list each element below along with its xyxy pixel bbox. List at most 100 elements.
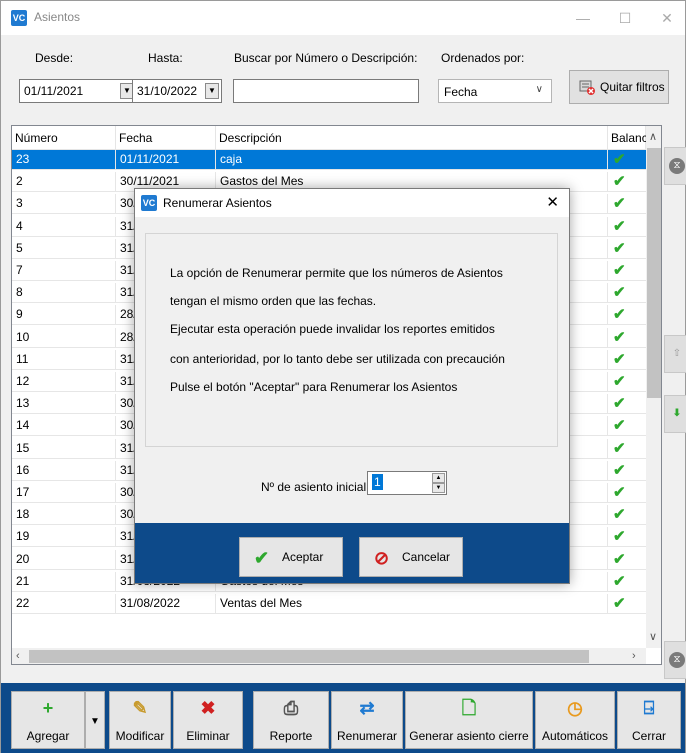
chevron-down-icon: ▼ <box>90 716 100 727</box>
generar-cierre-button[interactable]: 🗋 Generar asiento cierre <box>405 691 533 749</box>
ordenados-label: Ordenados por: <box>441 51 525 65</box>
balanced-check-icon: ✔ <box>613 439 626 457</box>
aceptar-button[interactable]: ✔ Aceptar <box>239 537 343 577</box>
renumerar-dialog: VC Renumerar Asientos ✕ La opción de Ren… <box>134 188 570 584</box>
hasta-date-field[interactable]: 31/10/2022 ▼ <box>132 79 222 103</box>
table-row[interactable]: 22 31/08/2022 Ventas del Mes ✔ <box>12 594 646 614</box>
agregar-button[interactable]: + Agregar <box>11 691 85 749</box>
balanced-check-icon: ✔ <box>613 306 626 324</box>
balanced-check-icon: ✔ <box>613 373 626 390</box>
horizontal-scrollbar[interactable]: ‹ › <box>12 648 646 664</box>
dialog-title-bar: VC Renumerar Asientos ✕ <box>135 189 569 217</box>
app-logo-icon: VC <box>11 10 27 26</box>
dialog-message-line: Pulse el botón "Aceptar" para Renumerar … <box>170 380 458 394</box>
cell-fecha: 31/08/2022 <box>116 594 216 614</box>
balanced-check-icon: ✔ <box>613 151 626 168</box>
dialog-title: Renumerar Asientos <box>163 196 272 210</box>
clear-filters-label: Quitar filtros <box>600 80 665 94</box>
agregar-dropdown-button[interactable]: ▼ <box>85 691 105 749</box>
cerrar-button[interactable]: ⍈ Cerrar <box>617 691 681 749</box>
aceptar-label: Aceptar <box>282 550 324 564</box>
minimize-button[interactable]: — <box>565 6 601 30</box>
desde-date-field[interactable]: 01/11/2021 ▼ <box>19 79 137 103</box>
eliminar-button[interactable]: ✖ Eliminar <box>173 691 243 749</box>
move-up-button[interactable]: ⇧ <box>664 335 686 373</box>
move-down-button[interactable]: ⬇ <box>664 395 686 433</box>
vertical-scrollbar[interactable]: ∧ ∨ <box>646 126 661 648</box>
initial-number-stepper[interactable]: 1 ▲ ▼ <box>367 471 447 495</box>
desde-label: Desde: <box>35 51 74 65</box>
order-select-value: Fecha <box>444 85 478 99</box>
cell-numero: 16 <box>12 460 116 481</box>
cell-numero: 3 <box>12 194 116 215</box>
clear-filters-button[interactable]: Quitar filtros <box>569 70 669 104</box>
cell-numero: 4 <box>12 216 116 237</box>
dialog-message-line: con anterioridad, por lo tanto debe ser … <box>170 352 505 366</box>
cell-numero: 17 <box>12 483 116 503</box>
cancelar-label: Cancelar <box>402 550 451 564</box>
cell-numero: 11 <box>12 349 116 370</box>
pencil-icon: ✎ <box>132 698 148 718</box>
agregar-label: Agregar <box>26 729 70 743</box>
cell-numero: 5 <box>12 238 116 259</box>
go-last-button[interactable]: ⧖ <box>664 641 686 679</box>
order-select[interactable]: Fecha ∨ <box>438 79 552 103</box>
chevron-down-icon: ∨ <box>535 84 543 95</box>
modificar-label: Modificar <box>115 729 165 743</box>
exit-door-icon: ⍈ <box>643 698 655 718</box>
balanced-check-icon: ✔ <box>613 173 626 191</box>
title-bar: VC Asientos — ☐ ✕ <box>1 1 685 35</box>
initial-number-value[interactable]: 1 <box>372 474 383 490</box>
chevron-down-icon[interactable]: ▼ <box>205 83 219 99</box>
cell-descripcion: Ventas del Mes <box>216 594 608 614</box>
cell-fecha: 01/11/2021 <box>116 150 216 170</box>
hasta-label: Hasta: <box>148 51 183 65</box>
renumber-icon: ⇄ <box>359 698 375 718</box>
cell-numero: 20 <box>12 549 116 570</box>
automaticos-button[interactable]: ◷ Automáticos <box>535 691 615 749</box>
balanced-check-icon: ✔ <box>613 284 626 302</box>
stepper-down-icon[interactable]: ▼ <box>432 483 445 493</box>
dialog-footer: ✔ Aceptar ⊘ Cancelar <box>135 523 569 583</box>
last-record-icon: ⧖ <box>669 652 685 668</box>
asientos-window: VC Asientos — ☐ ✕ Desde: 01/11/2021 ▼ Ha… <box>0 0 686 753</box>
balanced-check-icon: ✔ <box>613 239 626 257</box>
close-button[interactable]: ✕ <box>649 6 685 30</box>
column-header-numero[interactable]: Número <box>12 126 116 150</box>
reporte-button[interactable]: ⎙ Reporte <box>253 691 329 749</box>
dialog-message-line: La opción de Renumerar permite que los n… <box>170 266 503 280</box>
reporte-label: Reporte <box>269 729 313 743</box>
table-row[interactable]: 23 01/11/2021 caja ✔ <box>12 150 646 170</box>
cancelar-button[interactable]: ⊘ Cancelar <box>359 537 463 577</box>
cell-numero: 12 <box>12 372 116 392</box>
dialog-message-panel: La opción de Renumerar permite que los n… <box>145 233 558 447</box>
scroll-left-icon[interactable]: ‹ <box>16 650 20 662</box>
arrow-up-icon: ⇧ <box>672 348 682 359</box>
plus-icon: + <box>42 698 54 718</box>
scroll-down-icon[interactable]: ∨ <box>649 630 657 643</box>
renumerar-label: Renumerar <box>336 729 398 743</box>
cell-numero: 7 <box>12 261 116 281</box>
modificar-button[interactable]: ✎ Modificar <box>109 691 171 749</box>
cell-numero: 9 <box>12 305 116 326</box>
column-header-balance[interactable]: Balanc <box>608 126 648 150</box>
dialog-close-icon[interactable]: ✕ <box>546 193 559 211</box>
delete-x-icon: ✖ <box>200 698 216 718</box>
column-header-fecha[interactable]: Fecha <box>116 126 216 150</box>
clock-icon: ◷ <box>567 698 583 718</box>
desde-date-value: 01/11/2021 <box>24 84 84 98</box>
stepper-up-icon[interactable]: ▲ <box>432 473 445 483</box>
arrow-down-icon: ⬇ <box>672 408 682 419</box>
go-first-button[interactable]: ⧖ <box>664 147 686 185</box>
renumerar-button[interactable]: ⇄ Renumerar <box>331 691 403 749</box>
search-input[interactable] <box>233 79 419 103</box>
new-document-icon: 🗋 <box>461 698 477 718</box>
scroll-up-icon[interactable]: ∧ <box>649 130 657 143</box>
column-header-descripcion[interactable]: Descripción <box>216 126 608 150</box>
scrollbar-thumb[interactable] <box>647 148 661 398</box>
maximize-button[interactable]: ☐ <box>607 6 643 30</box>
scrollbar-thumb[interactable] <box>29 650 589 663</box>
scroll-right-icon[interactable]: › <box>632 650 636 662</box>
balanced-check-icon: ✔ <box>613 506 626 524</box>
cell-numero: 19 <box>12 527 116 548</box>
